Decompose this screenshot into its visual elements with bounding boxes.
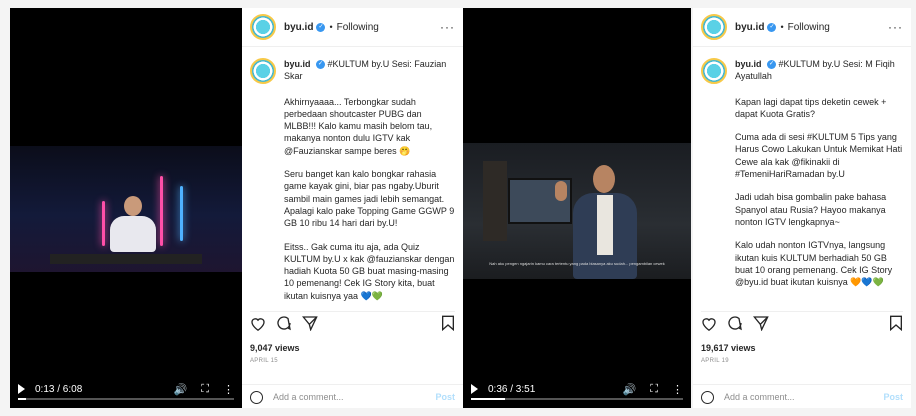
comment-icon[interactable] bbox=[276, 315, 292, 331]
video-controls: 0:36 / 3:51 🔊 ⛶ ⋮ bbox=[463, 378, 691, 400]
caption: byu.id ✓ #KULTUM by.U Sesi: Fauzian Skar… bbox=[250, 58, 455, 308]
comment-bar: Add a comment... Post bbox=[242, 384, 463, 408]
heart-icon[interactable] bbox=[701, 316, 717, 331]
verified-icon: ✓ bbox=[316, 22, 326, 32]
post-date: APRIL 19 bbox=[701, 358, 729, 364]
volume-icon[interactable]: 🔊 bbox=[174, 383, 188, 396]
video-player-left[interactable]: 0:13 / 6:08 🔊 ⛶ ⋮ bbox=[10, 8, 242, 408]
action-bar bbox=[250, 311, 455, 334]
caption-paragraph: Kalo udah nonton IGTVnya, langsung ikuta… bbox=[735, 240, 893, 288]
more-options-icon[interactable]: ··· bbox=[888, 20, 903, 34]
post-date: APRIL 15 bbox=[250, 358, 278, 364]
post-comment-button[interactable]: Post bbox=[435, 392, 455, 402]
emoji-icon[interactable] bbox=[701, 390, 714, 404]
caption-paragraph: Eitss.. Gak cuma itu aja, ada Quiz KULTU… bbox=[284, 241, 455, 301]
caption-username[interactable]: byu.id bbox=[735, 59, 762, 69]
video-time: 0:13 / 6:08 bbox=[35, 383, 83, 395]
view-count[interactable]: 9,047 views bbox=[250, 343, 300, 353]
caption-paragraph: Seru banget kan kalo bongkar rahasia gam… bbox=[284, 169, 455, 229]
heart-icon[interactable] bbox=[250, 316, 266, 331]
fullscreen-icon[interactable]: ⛶ bbox=[650, 383, 658, 396]
verified-icon: ✓ bbox=[316, 60, 326, 70]
more-options-icon[interactable]: ··· bbox=[440, 20, 455, 34]
avatar[interactable] bbox=[701, 14, 727, 40]
play-icon[interactable] bbox=[471, 384, 478, 394]
video-subtitle: Nah aku pengen ngajarin kamu cara terten… bbox=[489, 261, 665, 266]
view-count[interactable]: 19,617 views bbox=[701, 343, 756, 353]
fullscreen-icon[interactable]: ⛶ bbox=[201, 383, 209, 396]
post-panel-right: byu.id ✓ • Following ··· byu.id ✓ #KULTU… bbox=[693, 8, 911, 408]
video-frame-left bbox=[10, 146, 242, 272]
caption-paragraph: Akhirnyaaaa... Terbongkar sudah perbedaa… bbox=[284, 96, 433, 156]
avatar[interactable] bbox=[250, 58, 276, 84]
volume-icon[interactable]: 🔊 bbox=[623, 383, 637, 396]
comment-input[interactable]: Add a comment... bbox=[273, 392, 344, 402]
following-button[interactable]: Following bbox=[788, 22, 830, 33]
username[interactable]: byu.id bbox=[284, 22, 313, 33]
video-progress-bar[interactable] bbox=[471, 398, 683, 400]
bookmark-icon[interactable] bbox=[441, 315, 455, 331]
post-comment-button[interactable]: Post bbox=[883, 392, 903, 402]
avatar[interactable] bbox=[701, 58, 727, 84]
more-vert-icon[interactable]: ⋮ bbox=[672, 383, 683, 396]
emoji-icon[interactable] bbox=[250, 390, 263, 404]
more-vert-icon[interactable]: ⋮ bbox=[223, 383, 234, 396]
caption: byu.id ✓ #KULTUM by.U Sesi: M Fiqih Ayat… bbox=[701, 58, 903, 308]
avatar[interactable] bbox=[250, 14, 276, 40]
bookmark-icon[interactable] bbox=[889, 315, 903, 331]
comment-bar: Add a comment... Post bbox=[693, 384, 911, 408]
following-button[interactable]: Following bbox=[337, 22, 379, 33]
video-player-right[interactable]: Nah aku pengen ngajarin kamu cara terten… bbox=[463, 8, 691, 408]
video-frame-right: Nah aku pengen ngajarin kamu cara terten… bbox=[463, 143, 691, 279]
post-panel-left: byu.id ✓ • Following ··· byu.id ✓ #KULTU… bbox=[242, 8, 463, 408]
comment-input[interactable]: Add a comment... bbox=[724, 392, 795, 402]
share-icon[interactable] bbox=[753, 315, 769, 331]
play-icon[interactable] bbox=[18, 384, 25, 394]
video-progress-bar[interactable] bbox=[18, 398, 234, 400]
caption-paragraph: Kapan lagi dapat tips deketin cewek + da… bbox=[735, 96, 887, 119]
verified-icon: ✓ bbox=[767, 22, 777, 32]
action-bar bbox=[701, 311, 903, 334]
caption-paragraph: Cuma ada di sesi #KULTUM 5 Tips yang Har… bbox=[735, 132, 903, 180]
post-header: byu.id ✓ • Following ··· bbox=[693, 8, 911, 47]
caption-paragraph: Jadi udah bisa gombalin pake bahasa Span… bbox=[735, 192, 887, 227]
video-time: 0:36 / 3:51 bbox=[488, 383, 536, 395]
share-icon[interactable] bbox=[302, 315, 318, 331]
username[interactable]: byu.id bbox=[735, 22, 764, 33]
video-controls: 0:13 / 6:08 🔊 ⛶ ⋮ bbox=[10, 378, 242, 400]
verified-icon: ✓ bbox=[767, 60, 777, 70]
post-header: byu.id ✓ • Following ··· bbox=[242, 8, 463, 47]
comment-icon[interactable] bbox=[727, 315, 743, 331]
caption-username[interactable]: byu.id bbox=[284, 59, 311, 69]
